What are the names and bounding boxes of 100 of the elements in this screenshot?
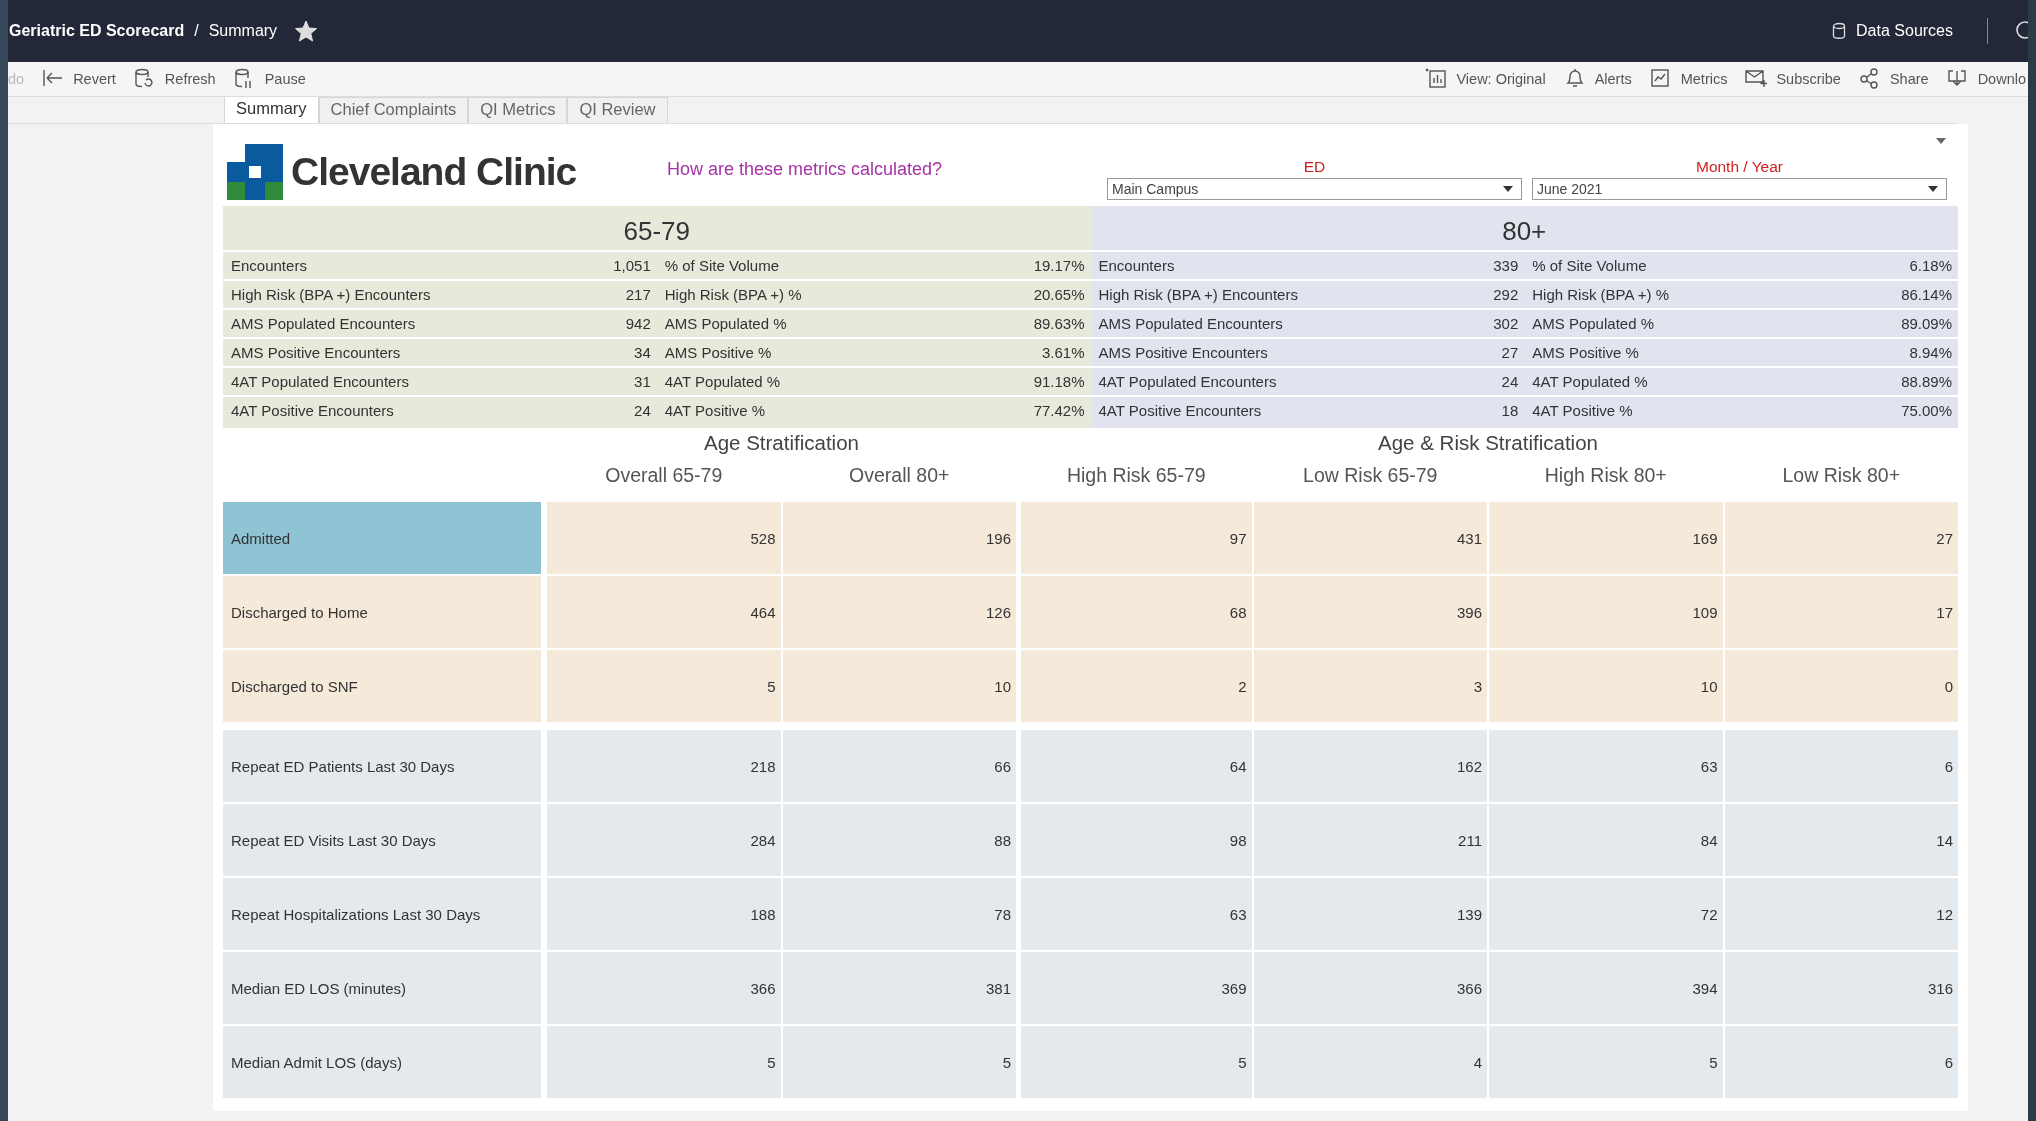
revert-button[interactable]: Revert bbox=[73, 71, 116, 87]
row-label[interactable]: Median ED LOS (minutes) bbox=[223, 952, 541, 1026]
table-cell: 0 bbox=[1724, 650, 1958, 724]
metric-value: 8.94% bbox=[1909, 344, 1952, 361]
metric-label: 4AT Populated Encounters bbox=[1098, 373, 1277, 390]
table-cell: 72 bbox=[1489, 878, 1723, 952]
refresh-button[interactable]: Refresh bbox=[164, 71, 216, 87]
row-label[interactable]: Repeat ED Visits Last 30 Days bbox=[223, 804, 541, 878]
panel-title: 80+ bbox=[1501, 215, 1548, 248]
table-cell: 12 bbox=[1724, 878, 1958, 952]
row-label[interactable]: Discharged to Home bbox=[223, 576, 541, 650]
table-cell: 396 bbox=[1253, 576, 1487, 650]
table-cell: 369 bbox=[1021, 952, 1252, 1026]
tab[interactable]: Chief Complaints bbox=[318, 97, 469, 123]
table-cell: 196 bbox=[782, 502, 1016, 576]
row-label[interactable]: Repeat ED Patients Last 30 Days bbox=[223, 730, 541, 804]
tab[interactable]: QI Metrics bbox=[468, 97, 568, 123]
table-cell: 284 bbox=[547, 804, 781, 878]
filter-label: ED bbox=[1303, 158, 1326, 176]
share-button[interactable]: Share bbox=[1889, 71, 1929, 87]
panel-title: 65-79 bbox=[622, 215, 691, 248]
table-cell: 5 bbox=[782, 1026, 1016, 1100]
table-cell: 97 bbox=[1021, 502, 1252, 576]
row-label[interactable]: Median Admit LOS (days) bbox=[223, 1026, 541, 1100]
table-cell: 431 bbox=[1253, 502, 1487, 576]
download-button[interactable]: Downlo bbox=[1977, 71, 2026, 87]
metric-value: 89.63% bbox=[1033, 315, 1085, 332]
filter-dropdown[interactable]: June 2021 bbox=[1532, 178, 1947, 200]
caret-icon[interactable] bbox=[1936, 138, 1946, 144]
metric-label: 4AT Positive % bbox=[1532, 402, 1633, 419]
metrics-button[interactable]: Metrics bbox=[1680, 71, 1728, 87]
database-refresh-icon[interactable] bbox=[133, 68, 156, 90]
metric-label: AMS Populated % bbox=[664, 315, 787, 332]
row-label[interactable]: Discharged to SNF bbox=[223, 650, 541, 724]
view-button[interactable]: View: Original bbox=[1456, 71, 1546, 87]
share-icon[interactable] bbox=[1858, 68, 1881, 90]
metric-value: 6.18% bbox=[1909, 257, 1952, 274]
metric-label: AMS Populated Encounters bbox=[231, 315, 416, 332]
table-cell: 316 bbox=[1724, 952, 1958, 1026]
column-header: Low Risk 80+ bbox=[1781, 463, 1902, 488]
row-label[interactable]: Repeat Hospitalizations Last 30 Days bbox=[223, 878, 541, 952]
bar-chart-icon[interactable] bbox=[1425, 68, 1448, 90]
tab[interactable]: QI Review bbox=[567, 97, 668, 123]
alerts-button[interactable]: Alerts bbox=[1594, 71, 1632, 87]
tab[interactable]: Summary bbox=[224, 97, 319, 123]
table-cell: 63 bbox=[1021, 878, 1252, 952]
table-cell: 2 bbox=[1021, 650, 1252, 724]
table-cell: 64 bbox=[1021, 730, 1252, 804]
metric-value: 942 bbox=[625, 315, 651, 332]
bell-icon[interactable] bbox=[1563, 68, 1586, 90]
table-cell: 188 bbox=[547, 878, 781, 952]
column-header: High Risk 80+ bbox=[1543, 463, 1668, 488]
table-cell: 211 bbox=[1253, 804, 1487, 878]
table-cell: 10 bbox=[782, 650, 1016, 724]
table-cell: 3 bbox=[1253, 650, 1487, 724]
metric-label: High Risk (BPA +) Encounters bbox=[231, 286, 431, 303]
metric-label: AMS Positive Encounters bbox=[231, 344, 401, 361]
table-cell: 78 bbox=[782, 878, 1016, 952]
metric-value: 77.42% bbox=[1033, 402, 1085, 419]
metric-value: 18 bbox=[1501, 402, 1519, 419]
metric-value: 217 bbox=[625, 286, 651, 303]
data-sources-button[interactable]: Data Sources bbox=[1856, 22, 1953, 40]
metric-value: 91.18% bbox=[1033, 373, 1085, 390]
metric-label: AMS Positive Encounters bbox=[1098, 344, 1268, 361]
table-cell: 27 bbox=[1724, 502, 1958, 576]
metric-label: AMS Populated % bbox=[1532, 315, 1654, 332]
metric-value: 24 bbox=[634, 402, 651, 419]
table-cell: 126 bbox=[782, 576, 1016, 650]
cross-logo-icon bbox=[227, 144, 283, 200]
table-cell: 6 bbox=[1724, 1026, 1958, 1100]
subscribe-button[interactable]: Subscribe bbox=[1776, 71, 1841, 87]
table-cell: 10 bbox=[1489, 650, 1723, 724]
table-cell: 162 bbox=[1253, 730, 1487, 804]
database-icon bbox=[1832, 22, 1847, 40]
table-cell: 68 bbox=[1021, 576, 1252, 650]
filter-dropdown[interactable]: Main Campus bbox=[1107, 178, 1522, 200]
metric-label: Encounters bbox=[231, 257, 307, 274]
column-header: Overall 65-79 bbox=[604, 463, 724, 488]
line-chart-icon[interactable] bbox=[1649, 68, 1672, 90]
row-label[interactable]: Admitted bbox=[223, 502, 541, 576]
metric-value: 31 bbox=[634, 373, 651, 390]
metric-value: 75.00% bbox=[1901, 402, 1952, 419]
pause-button[interactable]: Pause bbox=[264, 71, 306, 87]
metric-value: 24 bbox=[1501, 373, 1519, 390]
metric-label: % of Site Volume bbox=[1532, 257, 1647, 274]
help-link[interactable]: How are these metrics calculated? bbox=[667, 159, 1097, 180]
logo-text: Cleveland Clinic bbox=[291, 150, 577, 194]
column-header: Overall 80+ bbox=[848, 463, 951, 488]
column-group-header: Age & Risk Stratification bbox=[1377, 430, 1599, 456]
workbook-link[interactable]: Geriatric ED Scorecard bbox=[9, 22, 185, 40]
metric-label: 4AT Populated % bbox=[1532, 373, 1648, 390]
metric-label: AMS Positive % bbox=[664, 344, 772, 361]
table-cell: 14 bbox=[1724, 804, 1958, 878]
metric-label: 4AT Positive Encounters bbox=[231, 402, 394, 419]
table-cell: 528 bbox=[547, 502, 781, 576]
envelope-plus-icon[interactable] bbox=[1745, 68, 1768, 90]
metric-label: High Risk (BPA +) % bbox=[664, 286, 802, 303]
column-header: Low Risk 65-79 bbox=[1302, 463, 1439, 488]
metric-label: 4AT Populated Encounters bbox=[231, 373, 409, 390]
star-icon[interactable] bbox=[295, 20, 318, 42]
